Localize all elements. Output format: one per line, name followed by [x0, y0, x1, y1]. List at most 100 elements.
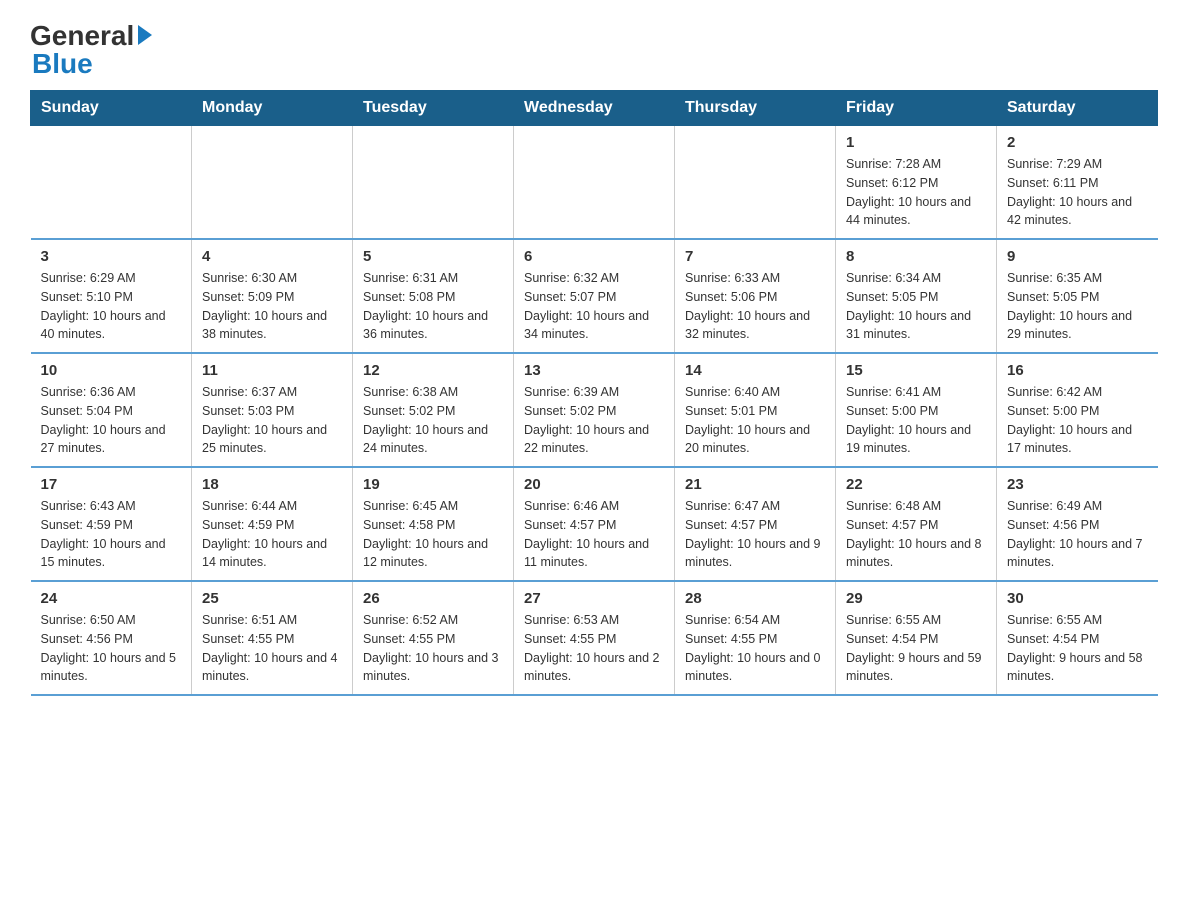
day-info: Sunrise: 6:36 AM Sunset: 5:04 PM Dayligh… [41, 383, 182, 458]
calendar-cell: 6 Sunrise: 6:32 AM Sunset: 5:07 PM Daylig… [514, 239, 675, 353]
calendar-cell: 21Sunrise: 6:47 AM Sunset: 4:57 PM Dayli… [675, 467, 836, 581]
logo-triangle-icon [138, 25, 152, 45]
day-number: 7 [685, 248, 825, 265]
day-number: 1 [846, 134, 986, 151]
day-number: 23 [1007, 476, 1148, 493]
header-wednesday: Wednesday [514, 91, 675, 126]
day-info: Sunrise: 6:52 AM Sunset: 4:55 PM Dayligh… [363, 611, 503, 686]
calendar-cell [514, 126, 675, 240]
calendar-cell: 20 Sunrise: 6:46 AM Sunset: 4:57 PM Dayli… [514, 467, 675, 581]
day-number: 3 [41, 248, 182, 265]
day-number: 2 [1007, 134, 1148, 151]
calendar-cell: 7 Sunrise: 6:33 AM Sunset: 5:06 PM Daylig… [675, 239, 836, 353]
day-info: Sunrise: 6:46 AM Sunset: 4:57 PM Dayligh… [524, 497, 664, 572]
day-info: Sunrise: 6:40 AM Sunset: 5:01 PM Dayligh… [685, 383, 825, 458]
calendar-cell: 15 Sunrise: 6:41 AM Sunset: 5:00 PM Dayli… [836, 353, 997, 467]
day-info: Sunrise: 6:44 AM Sunset: 4:59 PM Dayligh… [202, 497, 342, 572]
header-friday: Friday [836, 91, 997, 126]
calendar-cell: 26 Sunrise: 6:52 AM Sunset: 4:55 PM Dayli… [353, 581, 514, 695]
calendar-cell: 5 Sunrise: 6:31 AM Sunset: 5:08 PM Daylig… [353, 239, 514, 353]
calendar-cell: 4 Sunrise: 6:30 AM Sunset: 5:09 PM Daylig… [192, 239, 353, 353]
calendar-cell: 8Sunrise: 6:34 AM Sunset: 5:05 PM Daylig… [836, 239, 997, 353]
page-header: General Blue [30, 20, 1158, 80]
calendar-cell [31, 126, 192, 240]
day-number: 27 [524, 590, 664, 607]
day-info: Sunrise: 6:37 AM Sunset: 5:03 PM Dayligh… [202, 383, 342, 458]
day-number: 29 [846, 590, 986, 607]
day-number: 30 [1007, 590, 1148, 607]
calendar-cell: 22Sunrise: 6:48 AM Sunset: 4:57 PM Dayli… [836, 467, 997, 581]
day-number: 15 [846, 362, 986, 379]
calendar-cell: 12Sunrise: 6:38 AM Sunset: 5:02 PM Dayli… [353, 353, 514, 467]
day-info: Sunrise: 6:29 AM Sunset: 5:10 PM Dayligh… [41, 269, 182, 344]
calendar-cell: 11 Sunrise: 6:37 AM Sunset: 5:03 PM Dayli… [192, 353, 353, 467]
calendar-cell: 29 Sunrise: 6:55 AM Sunset: 4:54 PM Dayli… [836, 581, 997, 695]
day-info: Sunrise: 6:30 AM Sunset: 5:09 PM Dayligh… [202, 269, 342, 344]
calendar-cell: 2 Sunrise: 7:29 AM Sunset: 6:11 PM Daylig… [997, 126, 1158, 240]
day-number: 19 [363, 476, 503, 493]
day-info: Sunrise: 6:34 AM Sunset: 5:05 PM Dayligh… [846, 269, 986, 344]
calendar-cell: 13 Sunrise: 6:39 AM Sunset: 5:02 PM Dayli… [514, 353, 675, 467]
day-number: 22 [846, 476, 986, 493]
day-number: 11 [202, 362, 342, 379]
calendar-cell: 17 Sunrise: 6:43 AM Sunset: 4:59 PM Dayli… [31, 467, 192, 581]
calendar-cell: 25 Sunrise: 6:51 AM Sunset: 4:55 PM Dayli… [192, 581, 353, 695]
day-info: Sunrise: 7:29 AM Sunset: 6:11 PM Dayligh… [1007, 155, 1148, 230]
day-number: 26 [363, 590, 503, 607]
calendar-cell: 1 Sunrise: 7:28 AM Sunset: 6:12 PM Daylig… [836, 126, 997, 240]
day-info: Sunrise: 6:50 AM Sunset: 4:56 PM Dayligh… [41, 611, 182, 686]
day-number: 24 [41, 590, 182, 607]
calendar-cell: 28Sunrise: 6:54 AM Sunset: 4:55 PM Dayli… [675, 581, 836, 695]
header-saturday: Saturday [997, 91, 1158, 126]
calendar-cell: 24 Sunrise: 6:50 AM Sunset: 4:56 PM Dayli… [31, 581, 192, 695]
day-info: Sunrise: 6:51 AM Sunset: 4:55 PM Dayligh… [202, 611, 342, 686]
day-number: 4 [202, 248, 342, 265]
day-number: 25 [202, 590, 342, 607]
day-number: 17 [41, 476, 182, 493]
day-number: 28 [685, 590, 825, 607]
calendar-table: SundayMondayTuesdayWednesdayThursdayFrid… [30, 90, 1158, 696]
day-info: Sunrise: 6:35 AM Sunset: 5:05 PM Dayligh… [1007, 269, 1148, 344]
day-info: Sunrise: 6:38 AM Sunset: 5:02 PM Dayligh… [363, 383, 503, 458]
day-number: 18 [202, 476, 342, 493]
calendar-cell: 9 Sunrise: 6:35 AM Sunset: 5:05 PM Daylig… [997, 239, 1158, 353]
day-info: Sunrise: 7:28 AM Sunset: 6:12 PM Dayligh… [846, 155, 986, 230]
day-number: 20 [524, 476, 664, 493]
calendar-cell: 18 Sunrise: 6:44 AM Sunset: 4:59 PM Dayli… [192, 467, 353, 581]
calendar-cell [192, 126, 353, 240]
day-info: Sunrise: 6:47 AM Sunset: 4:57 PM Dayligh… [685, 497, 825, 572]
day-number: 6 [524, 248, 664, 265]
week-row-2: 3 Sunrise: 6:29 AM Sunset: 5:10 PM Daylig… [31, 239, 1158, 353]
header-thursday: Thursday [675, 91, 836, 126]
day-number: 9 [1007, 248, 1148, 265]
calendar-cell: 16 Sunrise: 6:42 AM Sunset: 5:00 PM Dayli… [997, 353, 1158, 467]
calendar-cell [353, 126, 514, 240]
calendar-cell: 3 Sunrise: 6:29 AM Sunset: 5:10 PM Daylig… [31, 239, 192, 353]
day-info: Sunrise: 6:39 AM Sunset: 5:02 PM Dayligh… [524, 383, 664, 458]
day-info: Sunrise: 6:33 AM Sunset: 5:06 PM Dayligh… [685, 269, 825, 344]
day-number: 5 [363, 248, 503, 265]
day-number: 16 [1007, 362, 1148, 379]
day-info: Sunrise: 6:31 AM Sunset: 5:08 PM Dayligh… [363, 269, 503, 344]
calendar-cell: 27Sunrise: 6:53 AM Sunset: 4:55 PM Dayli… [514, 581, 675, 695]
calendar-header-row: SundayMondayTuesdayWednesdayThursdayFrid… [31, 91, 1158, 126]
logo: General Blue [30, 20, 152, 80]
calendar-cell: 14 Sunrise: 6:40 AM Sunset: 5:01 PM Dayli… [675, 353, 836, 467]
day-info: Sunrise: 6:43 AM Sunset: 4:59 PM Dayligh… [41, 497, 182, 572]
week-row-3: 10Sunrise: 6:36 AM Sunset: 5:04 PM Dayli… [31, 353, 1158, 467]
calendar-cell: 19 Sunrise: 6:45 AM Sunset: 4:58 PM Dayli… [353, 467, 514, 581]
logo-blue-text: Blue [32, 48, 93, 80]
calendar-cell: 23 Sunrise: 6:49 AM Sunset: 4:56 PM Dayli… [997, 467, 1158, 581]
calendar-cell [675, 126, 836, 240]
day-number: 13 [524, 362, 664, 379]
day-info: Sunrise: 6:45 AM Sunset: 4:58 PM Dayligh… [363, 497, 503, 572]
day-info: Sunrise: 6:42 AM Sunset: 5:00 PM Dayligh… [1007, 383, 1148, 458]
week-row-5: 24 Sunrise: 6:50 AM Sunset: 4:56 PM Dayli… [31, 581, 1158, 695]
day-info: Sunrise: 6:41 AM Sunset: 5:00 PM Dayligh… [846, 383, 986, 458]
day-info: Sunrise: 6:32 AM Sunset: 5:07 PM Dayligh… [524, 269, 664, 344]
calendar-cell: 30 Sunrise: 6:55 AM Sunset: 4:54 PM Dayli… [997, 581, 1158, 695]
day-number: 14 [685, 362, 825, 379]
day-info: Sunrise: 6:55 AM Sunset: 4:54 PM Dayligh… [1007, 611, 1148, 686]
day-info: Sunrise: 6:55 AM Sunset: 4:54 PM Dayligh… [846, 611, 986, 686]
day-info: Sunrise: 6:49 AM Sunset: 4:56 PM Dayligh… [1007, 497, 1148, 572]
